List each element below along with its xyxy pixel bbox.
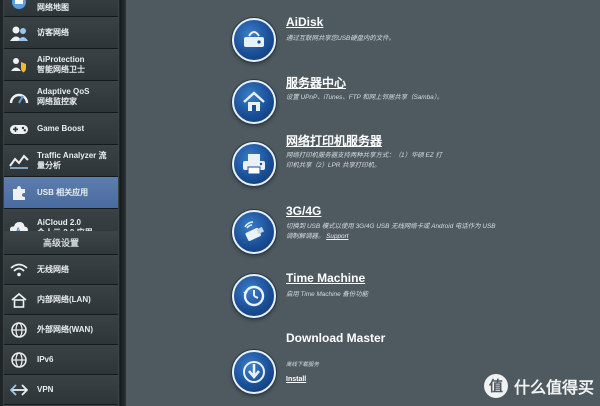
wifi-icon [8, 259, 30, 281]
vpn-icon [8, 379, 30, 401]
sidebar-item-label: Adaptive QoS 网络监控家 [37, 86, 90, 106]
feature-aidisk[interactable]: AiDisk 通过互联网共享您USB硬盘内的文件。 [232, 8, 592, 64]
feature-title[interactable]: 网络打印机服务器 [286, 132, 382, 149]
feature-title[interactable]: Time Machine [286, 271, 365, 285]
feature-time-machine[interactable]: Time Machine 启用 Time Machine 备份功能 [232, 266, 592, 322]
sidebar-item-label: Traffic Analyzer 流 量分析 [37, 150, 107, 170]
feature-title[interactable]: AiDisk [286, 15, 323, 29]
sidebar-item-aiprotection[interactable]: AiProtection 智能网络卫士 [4, 49, 118, 81]
sidebar-item-label: 网络地图 [37, 2, 69, 12]
sidebar-item-game-boost[interactable]: Game Boost [4, 113, 118, 145]
sidebar-advanced-menu: 高级设置 无线网络 内部网络(LAN) 外部网络(WAN) IPv6 VPN [3, 231, 119, 406]
feature-description: 启用 Time Machine 备份功能 [286, 291, 368, 298]
sidebar-item-ipv6[interactable]: IPv6 [4, 345, 118, 375]
puzzle-icon [8, 182, 30, 204]
globe-icon [8, 349, 30, 371]
sidebar-item-wan[interactable]: 外部网络(WAN) [4, 315, 118, 345]
sidebar-item-label: 内部网络(LAN) [37, 294, 91, 304]
usb-modem-icon[interactable] [232, 210, 276, 254]
advanced-settings-title: 高级设置 [4, 232, 118, 255]
feature-description: 通过互联网共享您USB硬盘内的文件。 [286, 35, 395, 42]
feature-description: 离线下载服务 [286, 362, 320, 368]
network-map-icon [8, 0, 30, 13]
sidebar-divider [120, 0, 126, 406]
feature-description: 设置 UPnP、iTunes、FTP 和网上邻居共享（Samba）。 [286, 94, 444, 101]
guest-network-icon [8, 22, 30, 44]
sidebar-item-label: 无线网络 [37, 264, 69, 274]
server-center-icon[interactable] [232, 80, 276, 124]
sidebar-item-label: VPN [37, 384, 54, 394]
feature-title[interactable]: 3G/4G [286, 204, 321, 218]
feature-network-printer-server[interactable]: 网络打印机服务器 网络打印机服务器支持两种共享方式：（1）华硕 EZ 打印机共享… [232, 132, 592, 192]
sidebar-item-adaptive-qos[interactable]: Adaptive QoS 网络监控家 [4, 81, 118, 113]
sidebar-item-usb-application[interactable]: USB 相关应用 [4, 177, 118, 209]
sidebar-item-wireless[interactable]: 无线网络 [4, 255, 118, 285]
feature-description: 网络打印机服务器支持两种共享方式：（1）华硕 EZ 打印机共享（2）LPR 共享… [286, 152, 442, 169]
speedometer-icon [8, 86, 30, 108]
home-icon [8, 289, 30, 311]
sidebar-item-traffic-analyzer[interactable]: Traffic Analyzer 流 量分析 [4, 145, 118, 177]
sidebar-item-vpn[interactable]: VPN [4, 375, 118, 405]
sidebar-item-label: IPv6 [37, 354, 54, 364]
sidebar-item-label: 外部网络(WAN) [37, 324, 93, 334]
sidebar-item-network-map[interactable]: 网络地图 [4, 0, 118, 17]
feature-server-center[interactable]: 服务器中心 设置 UPnP、iTunes、FTP 和网上邻居共享（Samba）。 [232, 72, 592, 128]
feature-description-text: 切换到 USB 模式以使用 3G/4G USB 无线网络卡或 Android 电… [286, 223, 496, 240]
feature-description: 切换到 USB 模式以使用 3G/4G USB 无线网络卡或 Android 电… [286, 222, 501, 242]
install-link[interactable]: Install [286, 376, 306, 383]
sidebar-item-guest-network[interactable]: 访客网络 [4, 17, 118, 49]
watermark: 值 什么值得买 [483, 374, 594, 398]
feature-title[interactable]: 服务器中心 [286, 74, 346, 91]
printer-icon[interactable] [232, 142, 276, 186]
aiprotection-icon [8, 54, 30, 76]
support-link[interactable]: Support [326, 233, 348, 240]
download-master-icon[interactable] [232, 350, 276, 394]
sidebar-item-lan[interactable]: 内部网络(LAN) [4, 285, 118, 315]
sidebar-item-label: 访客网络 [37, 27, 69, 37]
sidebar-general-menu: 网络地图 访客网络 AiProtection 智能网络卫士 Adaptive Q… [3, 0, 119, 249]
sidebar-item-label: AiProtection 智能网络卫士 [37, 54, 85, 74]
feature-3g-4g[interactable]: 3G/4G 切换到 USB 模式以使用 3G/4G USB 无线网络卡或 And… [232, 200, 592, 260]
gamepad-icon [8, 118, 30, 140]
sidebar-item-label: Game Boost [37, 123, 85, 133]
feature-title: Download Master [286, 331, 386, 345]
traffic-chart-icon [8, 150, 30, 172]
sidebar-item-label: USB 相关应用 [37, 187, 89, 197]
sidebar: 网络地图 访客网络 AiProtection 智能网络卫士 Adaptive Q… [0, 0, 120, 406]
globe-icon [8, 319, 30, 341]
aidisk-icon[interactable] [232, 18, 276, 62]
time-machine-icon[interactable] [232, 274, 276, 318]
watermark-logo: 值 [483, 374, 508, 398]
watermark-text: 什么值得买 [513, 380, 594, 397]
